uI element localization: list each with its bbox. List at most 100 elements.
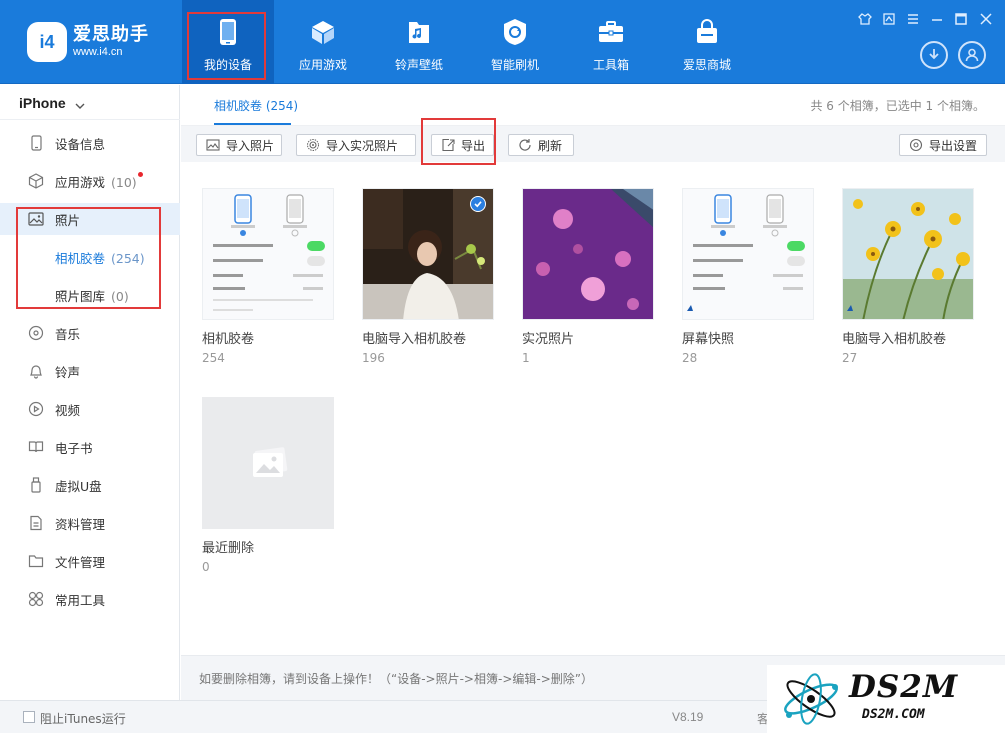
sidebar-item-device-info[interactable]: 设备信息 [0, 127, 180, 159]
album-card[interactable]: 相机胶卷 254 [202, 188, 334, 365]
button-label: 导入实况照片 [326, 138, 399, 153]
album-card[interactable]: 最近删除 0 [202, 397, 334, 574]
maximize-icon[interactable] [954, 12, 968, 31]
minimize-icon[interactable] [930, 12, 944, 31]
watermark-brand: DS2M [849, 669, 959, 705]
apps-icon [28, 173, 44, 189]
nav-label: 铃声壁纸 [394, 58, 443, 72]
sidebar-item-apps[interactable]: 应用游戏 (10) [0, 165, 180, 197]
nav-apps-games[interactable]: 应用游戏 [277, 0, 369, 84]
download-icon[interactable] [920, 41, 948, 69]
watermark: DS2M DS2M.COM [767, 665, 1005, 733]
import-photos-button[interactable]: 导入照片 [196, 134, 282, 156]
sidebar-item-label: 资料管理 [55, 516, 106, 532]
sidebar-item-label: 照片 [55, 212, 81, 228]
album-count: 28 [682, 351, 698, 365]
button-label: 导出设置 [929, 138, 978, 153]
sidebar-item-ebook[interactable]: 电子书 [0, 431, 180, 463]
album-count: 0 [202, 560, 210, 574]
sidebar-item-video[interactable]: 视频 [0, 393, 180, 425]
music-file-icon [405, 18, 433, 46]
menu-icon[interactable] [906, 12, 920, 31]
album-card[interactable]: 电脑导入相机胶卷 196 [362, 188, 494, 365]
sidebar-item-photos[interactable]: 照片 [0, 203, 180, 235]
sidebar-item-label: 应用游戏 (10) [55, 174, 137, 190]
shirt-icon[interactable] [858, 12, 872, 31]
album-card[interactable]: 电脑导入相机胶卷 27 [842, 188, 974, 365]
album-name: 电脑导入相机胶卷 [362, 332, 467, 347]
sidebar-item-label: 照片图库 (0) [55, 288, 129, 304]
button-label: 导出 [461, 138, 486, 153]
photo-icon [28, 211, 44, 227]
skin-icon[interactable] [882, 12, 896, 31]
video-icon [28, 401, 44, 417]
button-label: 刷新 [538, 138, 563, 153]
block-itunes-label: 阻止iTunes运行 [40, 712, 126, 726]
folder-icon [28, 553, 44, 569]
tab-camera-roll[interactable]: 相机胶卷 (254) [214, 97, 298, 114]
refresh-shield-icon [501, 18, 529, 46]
album-count: 196 [362, 351, 385, 365]
album-grid: 相机胶卷 254 电脑导入相机胶卷 196 实况照片 1 屏幕快照 28 电脑导… [181, 162, 1005, 655]
toolbar: 导入照片 导入实况照片 导出 刷新 导出设置 [181, 125, 1005, 162]
selected-check-icon [470, 196, 486, 212]
nav-label: 智能刷机 [490, 58, 539, 72]
nav-toolbox[interactable]: 工具箱 [565, 0, 657, 84]
album-name: 相机胶卷 [202, 332, 255, 347]
sidebar-item-label: 常用工具 [55, 592, 106, 608]
sidebar-item-tools[interactable]: 常用工具 [0, 583, 180, 615]
music-icon [28, 325, 44, 341]
nav-ringtones[interactable]: 铃声壁纸 [373, 0, 465, 84]
album-card[interactable]: 屏幕快照 28 [682, 188, 814, 365]
sidebar-item-label: 音乐 [55, 326, 81, 342]
album-count: 254 [202, 351, 225, 365]
export-button[interactable]: 导出 [431, 134, 494, 156]
chevron-down-icon[interactable] [75, 99, 85, 113]
sidebar-item-label: 视频 [55, 402, 81, 418]
sidebar-item-ringtones[interactable]: 铃声 [0, 355, 180, 387]
sidebar-item-virtual-usb[interactable]: 虚拟U盘 [0, 469, 180, 501]
nav-store[interactable]: 爱思商城 [661, 0, 753, 84]
nav-my-device[interactable]: 我的设备 [182, 0, 274, 84]
refresh-button[interactable]: 刷新 [508, 134, 574, 156]
data-icon [28, 515, 44, 531]
album-thumbnail [682, 188, 814, 320]
device-info-icon [28, 135, 44, 151]
album-card[interactable]: 实况照片 1 [522, 188, 654, 365]
sidebar-item-music[interactable]: 音乐 [0, 317, 180, 349]
block-itunes-checkbox[interactable] [23, 711, 35, 723]
nav-label: 工具箱 [592, 58, 629, 72]
version-text: V8.19 [672, 710, 704, 724]
album-summary: 共 6 个相簿，已选中 1 个相簿。 [810, 99, 985, 113]
album-name: 屏幕快照 [682, 332, 735, 347]
notification-dot [138, 172, 143, 177]
toolbox-icon [597, 18, 625, 46]
nav-flash[interactable]: 智能刷机 [469, 0, 561, 84]
sidebar-item-file-management[interactable]: 文件管理 [0, 545, 180, 577]
ebook-icon [28, 439, 44, 455]
cube-icon [309, 18, 337, 46]
atom-logo-icon [784, 673, 838, 725]
album-thumbnail [522, 188, 654, 320]
export-settings-button[interactable]: 导出设置 [899, 134, 987, 156]
album-count: 27 [842, 351, 858, 365]
sidebar-divider [0, 119, 180, 120]
phone-icon [214, 18, 242, 46]
close-icon[interactable] [979, 12, 993, 31]
hint-text: 如要删除相簿，请到设备上操作！（“设备->照片->相簿->编辑->删除”） [199, 672, 593, 686]
sidebar-item-data-management[interactable]: 资料管理 [0, 507, 180, 539]
logo-mark: i4 [27, 22, 67, 62]
album-name: 电脑导入相机胶卷 [842, 332, 947, 347]
bell-icon [28, 363, 44, 379]
device-name[interactable]: iPhone [19, 95, 66, 111]
image-import-icon [206, 138, 220, 152]
import-live-photos-button[interactable]: 导入实况照片 [296, 134, 416, 156]
album-thumbnail [842, 188, 974, 320]
sidebar-item-label: 相机胶卷 (254) [55, 250, 145, 266]
app-name: 爱思助手 [73, 24, 149, 45]
sidebar-item-photo-library[interactable]: 照片图库 (0) [0, 279, 180, 311]
sidebar-item-label: 文件管理 [55, 554, 106, 570]
user-icon[interactable] [958, 41, 986, 69]
button-label: 导入照片 [226, 138, 275, 153]
sidebar-item-camera-roll[interactable]: 相机胶卷 (254) [0, 241, 180, 273]
